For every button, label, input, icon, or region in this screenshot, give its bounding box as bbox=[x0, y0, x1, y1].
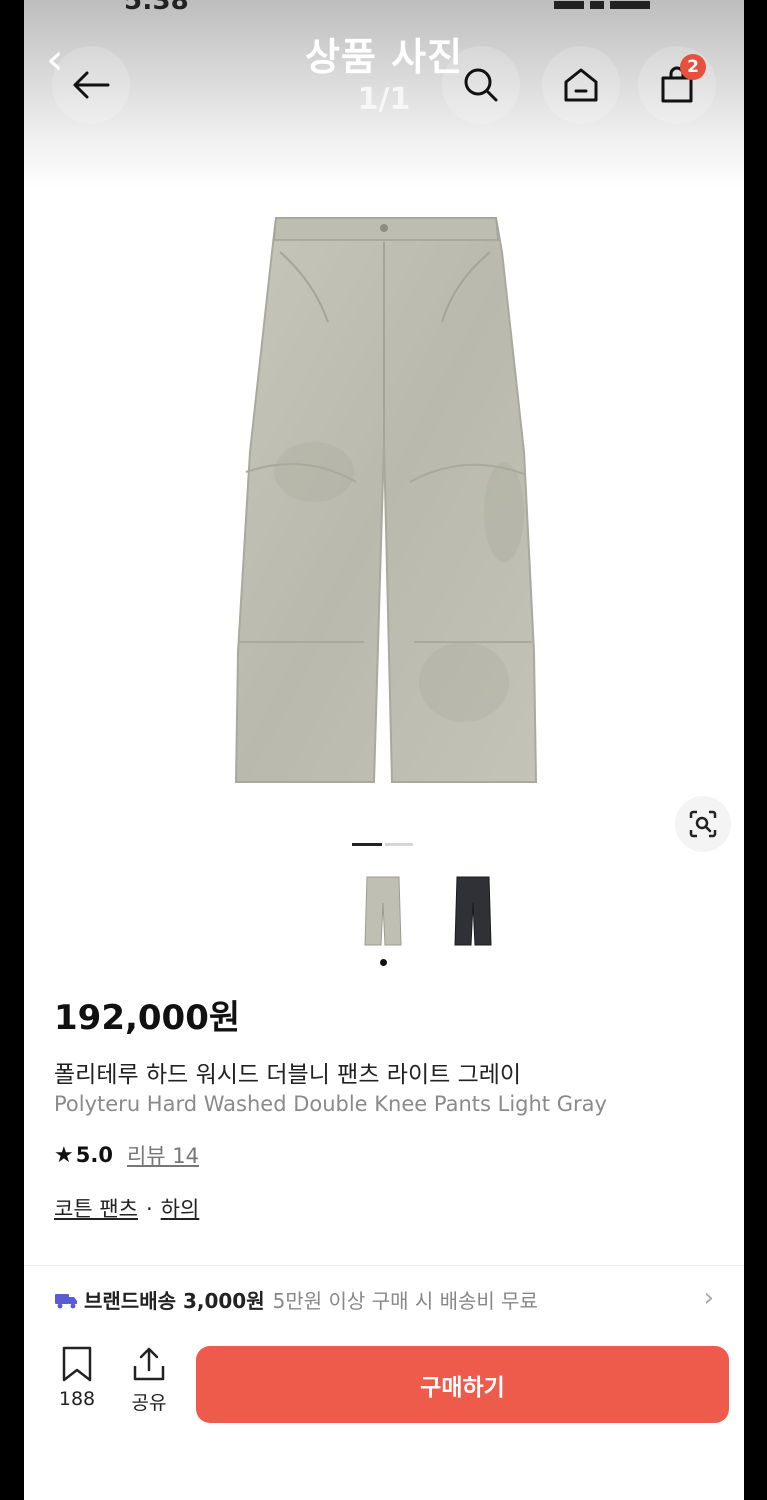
pants-thumbnail-icon bbox=[364, 876, 402, 946]
category-separator: · bbox=[145, 1197, 153, 1221]
cart-button[interactable]: 2 bbox=[638, 46, 716, 124]
visual-search-button[interactable] bbox=[675, 796, 731, 852]
share-label: 공유 bbox=[131, 1392, 167, 1414]
cart-count-badge: 2 bbox=[680, 54, 706, 80]
rating-row: ★ 5.0 리뷰 14 bbox=[54, 1140, 199, 1170]
divider bbox=[24, 1265, 744, 1266]
home-icon bbox=[564, 68, 598, 102]
buy-button[interactable]: 구매하기 bbox=[196, 1346, 729, 1423]
image-counter: 1/1 bbox=[357, 82, 411, 117]
save-count: 188 bbox=[58, 1388, 96, 1410]
rating-value: 5.0 bbox=[75, 1143, 113, 1167]
carousel-indicator bbox=[385, 843, 413, 846]
viewer-title: 상품 사진 bbox=[304, 35, 464, 79]
category-breadcrumb: 코튼 팬츠 · 하의 bbox=[54, 1193, 199, 1223]
shipping-info-row[interactable]: 브랜드배송 3,000원 5만원 이상 구매 시 배송비 무료 › bbox=[54, 1283, 714, 1314]
save-button[interactable]: 188 bbox=[50, 1346, 104, 1410]
chevron-right-icon: › bbox=[703, 1283, 714, 1313]
star-icon: ★ bbox=[54, 1142, 74, 1168]
product-name-english: Polyteru Hard Washed Double Knee Pants L… bbox=[54, 1092, 607, 1116]
lens-search-icon bbox=[689, 810, 717, 838]
product-image[interactable] bbox=[24, 190, 744, 820]
shipping-fee: 브랜드배송 3,000원 bbox=[84, 1289, 265, 1313]
truck-icon bbox=[55, 1293, 77, 1308]
category-link-bottoms[interactable]: 하의 bbox=[161, 1197, 200, 1221]
search-icon bbox=[464, 68, 498, 102]
status-time: 5:38 bbox=[124, 0, 189, 16]
share-icon bbox=[133, 1347, 165, 1381]
status-icons bbox=[554, 0, 674, 9]
share-button[interactable]: 공유 bbox=[122, 1346, 176, 1415]
category-link-cotton-pants[interactable]: 코튼 팬츠 bbox=[54, 1197, 138, 1221]
black-pants-thumb[interactable] bbox=[454, 875, 492, 951]
product-name-korean: 폴리테루 하드 워시드 더블니 팬츠 라이트 그레이 bbox=[54, 1062, 522, 1088]
product-price: 192,000원 bbox=[54, 998, 241, 1038]
bottom-action-bar: 188 공유 구매하기 bbox=[24, 1330, 744, 1500]
pants-thumbnail-icon bbox=[454, 876, 492, 946]
home-button[interactable] bbox=[542, 46, 620, 124]
carousel-indicator-active bbox=[352, 843, 382, 846]
bookmark-icon bbox=[62, 1346, 92, 1382]
free-shipping-note: 5만원 이상 구매 시 배송비 무료 bbox=[272, 1289, 538, 1313]
review-link[interactable]: 리뷰 14 bbox=[127, 1140, 199, 1170]
light-gray-pants-thumb[interactable] bbox=[364, 875, 402, 951]
product-detail-screen: 5:38 ‹ 상품 사진 1/1 2 192,000원 폴리테루 하드 워시드 … bbox=[24, 0, 744, 1500]
search-button[interactable] bbox=[442, 46, 520, 124]
gray-pants-image bbox=[234, 217, 538, 783]
selected-thumb-dot bbox=[380, 959, 387, 966]
